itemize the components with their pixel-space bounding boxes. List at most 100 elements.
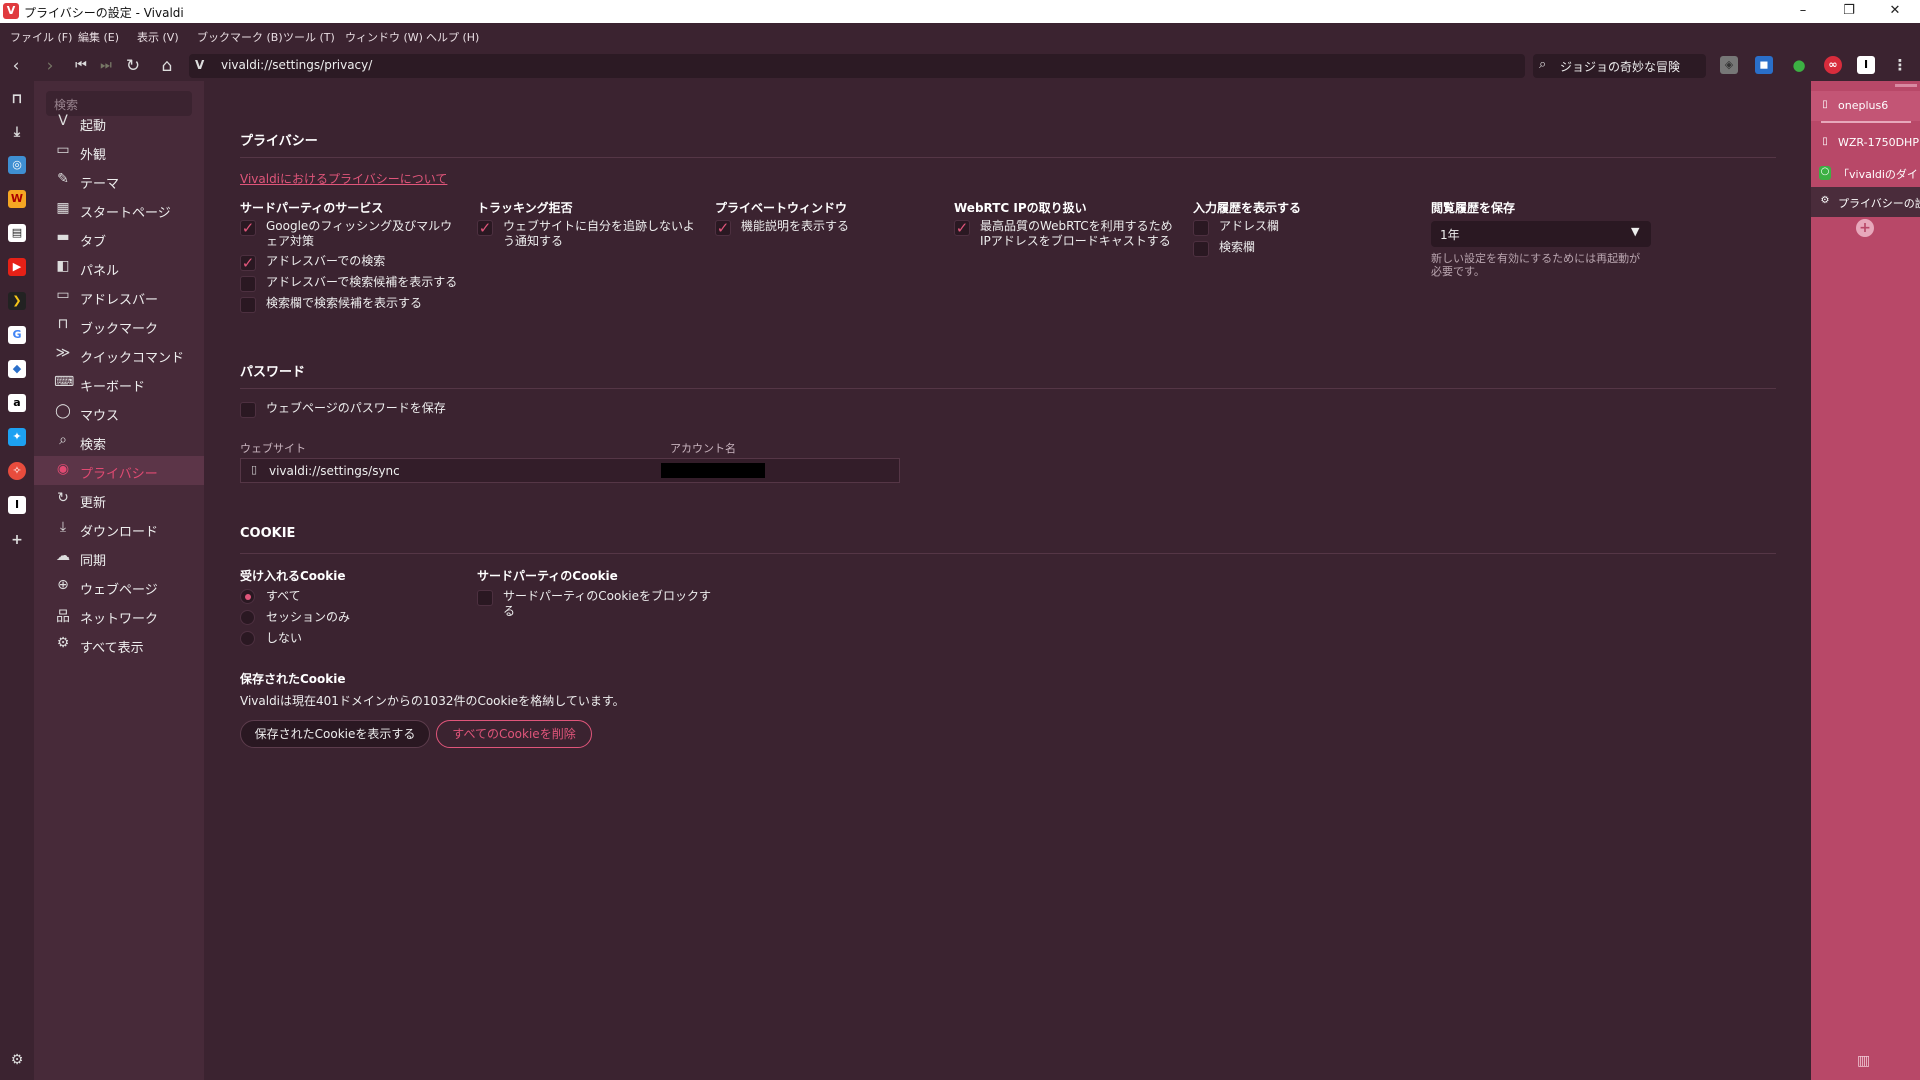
amazon-panel-icon[interactable]: a <box>8 394 26 412</box>
close-button[interactable]: ✕ <box>1872 0 1918 23</box>
fast-forward-icon[interactable]: ⏭ <box>95 55 117 77</box>
plex-panel-icon[interactable]: ❯ <box>8 292 26 310</box>
checkbox-row[interactable]: 検索欄で検索候補を表示する <box>240 296 460 316</box>
checkbox[interactable] <box>240 297 256 313</box>
nav-item[interactable]: ⚙ すべて表示 <box>34 630 204 659</box>
cube-panel-icon[interactable]: ◆ <box>8 360 26 378</box>
webpanel-w-icon[interactable]: W <box>8 190 26 208</box>
menu-kebab-icon[interactable]: ⋮ <box>1891 56 1909 74</box>
back-icon[interactable]: ‹ <box>5 55 27 77</box>
redacted-account: [redacted] <box>661 463 765 478</box>
radio-option[interactable]: すべて <box>240 589 440 610</box>
radio[interactable] <box>240 589 255 604</box>
menu-view[interactable]: 表示 (V) <box>137 29 179 45</box>
new-tab-button[interactable]: + <box>1856 219 1874 237</box>
menu-window[interactable]: ウィンドウ (W) <box>345 29 423 45</box>
nav-item[interactable]: ✎ テーマ <box>34 166 204 195</box>
history-keep-select[interactable]: 1年 ▼ <box>1431 221 1651 247</box>
maps-panel-icon[interactable]: ◎ <box>8 156 26 174</box>
instapaper-extension-icon[interactable]: I <box>1857 56 1875 74</box>
radio[interactable] <box>240 610 255 625</box>
menu-edit[interactable]: 編集 (E) <box>78 29 119 45</box>
checkbox-row[interactable]: アドレスバーでの検索 <box>240 254 460 274</box>
checkbox-row[interactable]: アドレス欄 <box>1193 219 1393 239</box>
tab-privacy-settings[interactable]: ⚙ プライバシーの設定 <box>1811 187 1920 217</box>
radio[interactable] <box>240 631 255 646</box>
delete-all-cookies-button[interactable]: すべてのCookieを削除 <box>436 720 592 748</box>
ublock-extension-icon[interactable]: ◈ <box>1720 56 1738 74</box>
nav-item[interactable]: ☁ 同期 <box>34 543 204 572</box>
nav-item[interactable]: V 起動 <box>34 108 204 137</box>
nav-item[interactable]: ⤓ ダウンロード <box>34 514 204 543</box>
reload-icon[interactable]: ↻ <box>122 55 144 77</box>
webpanel-film-icon[interactable]: ▤ <box>8 224 26 242</box>
google-panel-icon[interactable]: G <box>8 326 26 344</box>
rewind-icon[interactable]: ⏮ <box>70 55 92 77</box>
nav-item[interactable]: ⊓ ブックマーク <box>34 311 204 340</box>
checkbox-row[interactable]: 検索欄 <box>1193 240 1393 260</box>
twitter-panel-icon[interactable]: ✦ <box>8 428 26 446</box>
checkbox[interactable] <box>240 255 256 271</box>
tab-vivaldi-dialog[interactable]: ○ 「vivaldiのダイレ <box>1811 158 1920 188</box>
minimize-button[interactable]: – <box>1780 0 1826 23</box>
checkbox-row[interactable]: サードパーティのCookieをブロックする <box>477 589 717 618</box>
menu-file[interactable]: ファイル (F) <box>10 29 72 45</box>
tab-oneplus6[interactable]: ▯ oneplus6 <box>1811 91 1920 121</box>
instapaper-panel-icon[interactable]: I <box>8 496 26 514</box>
checkbox-row[interactable]: 機能説明を表示する <box>715 219 935 239</box>
nav-item[interactable]: ≫ クイックコマンド <box>34 340 204 369</box>
nav-item[interactable]: ◯ マウス <box>34 398 204 427</box>
radio-option[interactable]: しない <box>240 631 440 652</box>
checkbox[interactable] <box>477 590 493 606</box>
checkbox[interactable] <box>1193 241 1209 257</box>
checkbox-row[interactable]: Googleのフィッシング及びマルウェア対策 <box>240 219 460 248</box>
nav-item[interactable]: ▭ 外観 <box>34 137 204 166</box>
checkbox[interactable] <box>240 402 256 418</box>
menu-tools[interactable]: ツール (T) <box>283 29 335 45</box>
nav-item[interactable]: 品ネットワーク <box>34 601 204 630</box>
checkbox[interactable] <box>477 220 493 236</box>
menu-help[interactable]: ヘルプ (H) <box>426 29 479 45</box>
add-panel-icon[interactable]: + <box>8 531 26 549</box>
nav-item[interactable]: ⌕ 検索 <box>34 427 204 456</box>
checkbox[interactable] <box>240 220 256 236</box>
bookmarks-panel-icon[interactable]: ⊓ <box>8 90 26 108</box>
checkbox[interactable] <box>715 220 731 236</box>
settings-gear-icon[interactable]: ⚙ <box>8 1051 26 1069</box>
checkbox[interactable] <box>1193 220 1209 236</box>
bitwarden-extension-icon[interactable]: ◼ <box>1755 56 1773 74</box>
menu-bookmarks[interactable]: ブックマーク (B) <box>197 29 283 45</box>
home-icon[interactable]: ⌂ <box>156 55 178 77</box>
table-row[interactable]: ▯ vivaldi://settings/sync [redacted] <box>240 458 900 483</box>
trash-icon[interactable]: ▥ <box>1857 1053 1870 1069</box>
compass-panel-icon[interactable]: ✧ <box>8 462 26 480</box>
youtube-panel-icon[interactable]: ▶ <box>8 258 26 276</box>
restore-button[interactable]: ❐ <box>1826 0 1872 23</box>
nav-item[interactable]: ▭ アドレスバー <box>34 282 204 311</box>
nav-item[interactable]: ⌨ キーボード <box>34 369 204 398</box>
show-cookies-button[interactable]: 保存されたCookieを表示する <box>240 720 430 748</box>
nav-item[interactable]: ▦ スタートページ <box>34 195 204 224</box>
checkbox-row[interactable]: 最高品質のWebRTCを利用するためIPアドレスをブロードキャストする <box>954 219 1174 248</box>
forward-icon[interactable]: › <box>39 55 61 77</box>
address-bar[interactable]: V vivaldi://settings/privacy/ <box>189 54 1525 78</box>
downloads-panel-icon[interactable]: ⤓ <box>8 123 26 141</box>
search-field[interactable]: ⌕ ジョジョの奇妙な冒険 <box>1533 54 1706 78</box>
tab-wzr[interactable]: ▯ WZR-1750DHP <box>1811 128 1920 158</box>
checkbox[interactable] <box>240 276 256 292</box>
privacy-info-link[interactable]: Vivaldiにおけるプライバシーについて <box>240 170 447 187</box>
checkbox-row[interactable]: ウェブページのパスワードを保存 <box>240 401 500 421</box>
lastpass-extension-icon[interactable]: ∞ <box>1824 56 1842 74</box>
nav-item[interactable]: ↻ 更新 <box>34 485 204 514</box>
checkbox[interactable] <box>954 220 970 236</box>
checkbox-row[interactable]: アドレスバーで検索候補を表示する <box>240 275 460 295</box>
nav-item[interactable]: ◉ プライバシー <box>34 456 204 485</box>
radio-option[interactable]: セッションのみ <box>240 610 440 631</box>
nav-item[interactable]: ◧ パネル <box>34 253 204 282</box>
url-text[interactable]: vivaldi://settings/privacy/ <box>221 58 372 72</box>
nav-item[interactable]: ▬ タブ <box>34 224 204 253</box>
search-text[interactable]: ジョジョの奇妙な冒険 <box>1560 58 1680 75</box>
evernote-extension-icon[interactable]: ● <box>1790 56 1808 74</box>
checkbox-row[interactable]: ウェブサイトに自分を追跡しないよう通知する <box>477 219 697 248</box>
nav-item[interactable]: ⊕ ウェブページ <box>34 572 204 601</box>
